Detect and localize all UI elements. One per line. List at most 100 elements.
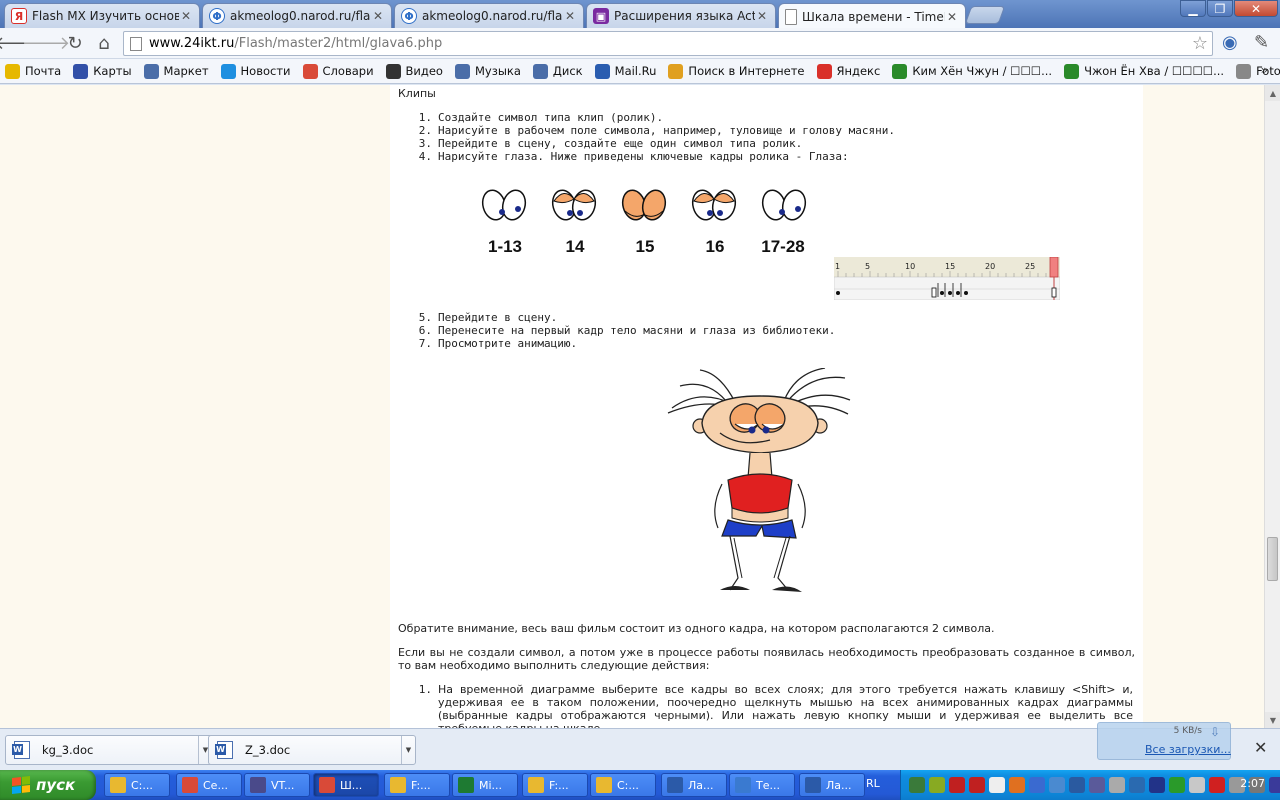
bookmark-star-icon[interactable]: ☆ — [1192, 33, 1208, 54]
taskbar-button[interactable]: C:... — [590, 773, 656, 797]
volume-icon[interactable] — [1109, 777, 1125, 793]
taskbar-button[interactable]: Ла... — [799, 773, 865, 797]
bookmark-label: Видео — [405, 64, 443, 78]
close-icon[interactable]: ✕ — [179, 9, 193, 23]
bookmark-label: Поиск в Интернете — [688, 64, 805, 78]
bookmark-label: Музыка — [474, 64, 521, 78]
bookmark-item[interactable]: Mail.Ru — [594, 63, 656, 79]
bookmark-item[interactable]: Маркет — [143, 63, 209, 79]
taskbar-button[interactable]: Те... — [729, 773, 795, 797]
close-icon[interactable]: ✕ — [755, 9, 769, 23]
tab-1[interactable]: Φ akmeolog0.narod.ru/flash6/( ✕ — [202, 3, 392, 28]
close-icon[interactable]: ✕ — [371, 9, 385, 23]
close-icon[interactable]: ✕ — [1254, 738, 1267, 757]
bookmark-item[interactable]: Чжон Ён Хва / ☐☐☐☐... — [1064, 63, 1224, 79]
taskbar-button[interactable]: Ш... — [313, 773, 379, 797]
bookmark-item[interactable]: Ким Хён Чжун / ☐☐☐... — [892, 63, 1052, 79]
tray-icon[interactable] — [1169, 777, 1185, 793]
maximize-button[interactable]: ❐ — [1207, 0, 1233, 17]
tab-3[interactable]: ▣ Расширения языка ActionSc ✕ — [586, 3, 776, 28]
taskbar-button[interactable]: Се... — [176, 773, 242, 797]
search-icon — [668, 63, 684, 79]
scroll-up-arrow-icon[interactable]: ▲ — [1265, 85, 1280, 101]
language-indicator[interactable]: RL — [866, 777, 880, 790]
taskbar-button[interactable]: C:... — [104, 773, 170, 797]
timeline-tick: 15 — [945, 262, 955, 271]
address-bar[interactable]: www.24ikt.ru/Flash/master2/html/glava6.p… — [123, 31, 1213, 56]
vertical-scrollbar[interactable]: ▲ ▼ — [1264, 85, 1280, 728]
tray-icon[interactable] — [1149, 777, 1165, 793]
tray-icon[interactable] — [969, 777, 985, 793]
minimize-button[interactable]: ▁ — [1180, 0, 1206, 17]
list-item: 5. Перейдите в сцену. — [418, 311, 558, 324]
bookmark-item[interactable]: Диск — [532, 63, 583, 79]
tray-icon[interactable] — [1209, 777, 1225, 793]
excel-icon — [458, 777, 474, 793]
menu-wrench-icon[interactable]: ✎ — [1254, 32, 1269, 53]
bookmark-item[interactable]: Почта — [5, 63, 62, 79]
tab-strip: Я Flash MX Изучить основы пр ✕ Φ akmeolo… — [0, 0, 1280, 29]
close-icon[interactable]: ✕ — [945, 10, 959, 24]
download-item[interactable]: kg_3.doc ▼ — [5, 735, 213, 765]
reload-button[interactable]: ↻ — [63, 32, 87, 54]
bookmark-item[interactable]: Поиск в Интернете — [668, 63, 805, 79]
bookmark-item[interactable]: Музыка — [454, 63, 521, 79]
bookmark-label: Диск — [552, 64, 583, 78]
list-item: 3. Перейдите в сцену, создайте еще один с… — [418, 137, 803, 150]
start-button[interactable]: пуск — [0, 770, 96, 800]
narod-icon: Φ — [401, 8, 417, 24]
chrome-icon — [319, 777, 335, 793]
tray-icon[interactable] — [929, 777, 945, 793]
bookmark-item[interactable]: Словари — [302, 63, 374, 79]
yandex-mail-icon — [5, 63, 20, 79]
tray-icon[interactable] — [1269, 777, 1280, 793]
tray-icon[interactable] — [1069, 777, 1085, 793]
tray-icon[interactable] — [949, 777, 965, 793]
browser-toolbar: 🡐 🡒 ↻ ⌂ www.24ikt.ru/Flash/master2/html/… — [0, 28, 1280, 59]
taskbar-label: F:... — [411, 778, 431, 792]
tray-icon[interactable] — [989, 777, 1005, 793]
extension-icon[interactable]: ◉ — [1222, 32, 1238, 53]
chevron-down-icon[interactable]: ▼ — [401, 736, 415, 764]
download-item[interactable]: Z_3.doc ▼ — [208, 735, 416, 765]
scroll-down-arrow-icon[interactable]: ▼ — [1265, 712, 1280, 728]
bookmark-item[interactable]: Карты — [73, 63, 132, 79]
bookmarks-overflow-icon[interactable]: » — [1261, 63, 1268, 77]
tray-icon[interactable] — [1029, 777, 1045, 793]
word-icon — [667, 777, 683, 793]
chrome-icon — [302, 63, 318, 79]
bookmark-item[interactable]: Новости — [220, 63, 291, 79]
taskbar-button[interactable]: F:... — [522, 773, 588, 797]
list-item: 7. Просмотрите анимацию. — [418, 337, 578, 350]
bookmark-item[interactable]: Foto.Mail.Ru — [1236, 63, 1280, 79]
bookmark-item[interactable]: Яндекс — [816, 63, 880, 79]
tray-icon[interactable] — [1089, 777, 1105, 793]
tab-4-active[interactable]: Шкала времени - TimeLine ✕ — [778, 3, 966, 29]
taskbar-label: C:... — [131, 778, 153, 792]
home-button[interactable]: ⌂ — [92, 32, 116, 54]
close-icon[interactable]: ✕ — [563, 9, 577, 23]
all-downloads-link[interactable]: Все загрузки... — [1145, 743, 1231, 756]
taskbar-button[interactable]: F:... — [384, 773, 450, 797]
bookmark-item[interactable]: Видео — [385, 63, 443, 79]
tray-icon[interactable] — [1049, 777, 1065, 793]
forward-button[interactable]: 🡒 — [22, 32, 70, 54]
steps-list-1: 1. Создайте символ типа клип (ролик). 2. Н… — [410, 111, 895, 163]
close-window-button[interactable]: ✕ — [1234, 0, 1278, 17]
tray-icon[interactable] — [1189, 777, 1205, 793]
bookmark-label: Почта — [25, 64, 62, 78]
taskbar-button[interactable]: VT... — [244, 773, 310, 797]
tab-0[interactable]: Я Flash MX Изучить основы пр ✕ — [4, 3, 200, 28]
tray-icon[interactable] — [909, 777, 925, 793]
new-tab-button[interactable] — [964, 6, 1006, 24]
scrollbar-thumb[interactable] — [1267, 537, 1278, 581]
download-filename: Z_3.doc — [245, 743, 291, 757]
timeline-tick: 10 — [905, 262, 915, 271]
steps-list-2: 5. Перейдите в сцену. 6. Перенесите на пер… — [410, 311, 836, 350]
tray-icon[interactable] — [1129, 777, 1145, 793]
tray-icon[interactable] — [1009, 777, 1025, 793]
taskbar-button[interactable]: Ла... — [661, 773, 727, 797]
word-icon — [805, 777, 821, 793]
taskbar-button[interactable]: Mi... — [452, 773, 518, 797]
tab-2[interactable]: Φ akmeolog0.narod.ru/flash6/( ✕ — [394, 3, 584, 28]
